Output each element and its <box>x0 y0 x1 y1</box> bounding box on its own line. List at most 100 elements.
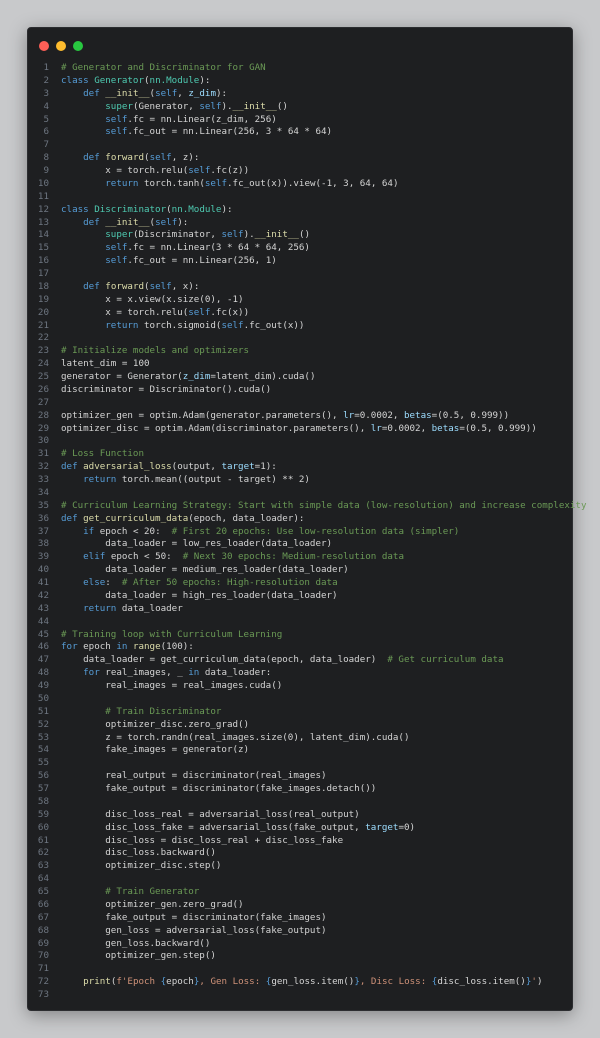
code-line: 66 optimizer_gen.zero_grad() <box>28 899 572 912</box>
code-line: 53 z = torch.randn(real_images.size(0), … <box>28 732 572 745</box>
line-number: 30 <box>37 435 49 447</box>
line-source: data_loader = high_res_loader(data_loade… <box>61 589 338 601</box>
code-line: 34 <box>28 487 572 500</box>
line-source: real_output = discriminator(real_images) <box>61 770 327 782</box>
line-source: data_loader = low_res_loader(data_loader… <box>61 538 333 550</box>
code-line: 71 <box>28 963 572 976</box>
line-number: 65 <box>37 886 49 897</box>
line-number: 31 <box>37 448 49 460</box>
line-source: data_loader = medium_res_loader(data_loa… <box>61 564 349 576</box>
code-line: 14 super(Discriminator, self).__init__() <box>28 229 572 242</box>
code-line: 22 <box>28 332 572 345</box>
code-line: 29 optimizer_disc = optim.Adam(discrimina… <box>28 423 572 436</box>
line-source: x = x.view(x.size(0), -1) <box>61 293 244 305</box>
line-source: class Discriminator(nn.Module): <box>61 203 233 215</box>
line-source: # Curriculum Learning Strategy: Start wi… <box>61 499 587 511</box>
code-line: 69 gen_loss.backward() <box>28 938 572 951</box>
line-source: # Loss Function <box>61 448 144 460</box>
code-line: 12 class Discriminator(nn.Module): <box>28 204 572 217</box>
minimize-button[interactable] <box>56 41 66 51</box>
line-number: 66 <box>37 898 49 910</box>
line-source: super(Discriminator, self).__init__() <box>105 229 311 241</box>
line-source: def get_curriculum_data(epoch, data_load… <box>61 512 305 524</box>
code-editor[interactable]: 1 # Generator and Discriminator for GAN 2 c… <box>28 62 587 1002</box>
line-source: def __init__(self, z_dim): <box>83 87 228 99</box>
code-line: 40 data_loader = medium_res_loader(data_… <box>28 564 572 577</box>
line-source: return torch.tanh(self.fc_out(x)).view(-… <box>105 177 399 189</box>
line-number: 19 <box>37 293 49 305</box>
code-line: 70 optimizer_gen.step() <box>28 950 572 963</box>
line-number: 68 <box>37 924 49 936</box>
line-source: class Generator(nn.Module): <box>61 74 211 86</box>
code-line: 55 <box>28 757 572 770</box>
line-number: 1 <box>43 62 49 73</box>
line-number: 11 <box>37 190 49 202</box>
line-number: 10 <box>37 177 49 189</box>
code-line: 51 # Train Discriminator <box>28 706 572 719</box>
line-number: 41 <box>37 577 49 588</box>
line-number: 44 <box>37 615 49 627</box>
line-source: generator = Generator(z_dim=latent_dim).… <box>61 371 316 382</box>
line-source: disc_loss_fake = adversarial_loss(fake_o… <box>61 821 416 833</box>
code-line: 10 return torch.tanh(self.fc_out(x)).vie… <box>28 178 572 191</box>
line-source: print(f'Epoch {epoch}, Gen Loss: {gen_lo… <box>83 976 543 988</box>
line-number: 69 <box>37 937 49 949</box>
line-number: 43 <box>37 602 49 614</box>
line-source: latent_dim = 100 <box>61 358 150 370</box>
line-number: 24 <box>37 358 49 370</box>
line-number: 57 <box>37 783 49 794</box>
line-number: 13 <box>37 216 49 228</box>
line-source: fake_images = generator(z) <box>61 744 250 756</box>
code-line: 18 def forward(self, x): <box>28 281 572 294</box>
line-number: 73 <box>37 989 49 1000</box>
line-source: optimizer_disc = optim.Adam(discriminato… <box>61 422 537 434</box>
line-source: self.fc_out = nn.Linear(256, 3 * 64 * 64… <box>105 126 333 138</box>
code-line: 1 # Generator and Discriminator for GAN <box>28 62 572 75</box>
line-source: optimizer_gen = optim.Adam(generator.par… <box>61 409 510 421</box>
line-source: return torch.sigmoid(self.fc_out(x)) <box>105 319 305 331</box>
line-source: optimizer_disc.step() <box>61 860 222 872</box>
code-line: 31 # Loss Function <box>28 448 572 461</box>
line-source: # Train Discriminator <box>105 705 222 717</box>
code-line: 5 self.fc = nn.Linear(z_dim, 256) <box>28 114 572 127</box>
line-number: 20 <box>37 306 49 318</box>
code-line: 35 # Curriculum Learning Strategy: Start … <box>28 499 587 513</box>
line-number: 53 <box>37 731 49 743</box>
line-source: return data_loader <box>83 602 183 614</box>
code-line: 20 x = torch.relu(self.fc(x)) <box>28 307 572 320</box>
code-line: 68 gen_loss = adversarial_loss(fake_outp… <box>28 925 572 938</box>
code-line: 39 elif epoch < 50: # Next 30 epochs: Me… <box>28 551 572 564</box>
line-source: self.fc = nn.Linear(3 * 64 * 64, 256) <box>105 242 310 254</box>
code-line: 28 optimizer_gen = optim.Adam(generator.p… <box>28 410 572 423</box>
line-number: 34 <box>37 486 49 498</box>
line-number: 49 <box>37 680 49 691</box>
code-line: 11 <box>28 191 572 204</box>
line-source: fake_output = discriminator(fake_images) <box>61 911 327 923</box>
code-line: 8 def forward(self, z): <box>28 152 572 165</box>
code-line: 59 disc_loss_real = adversarial_loss(rea… <box>28 809 572 822</box>
maximize-button[interactable] <box>73 41 83 51</box>
line-number: 33 <box>37 474 49 485</box>
code-line: 26 discriminator = Discriminator().cuda() <box>28 384 572 397</box>
line-number: 3 <box>43 87 49 99</box>
code-line: 63 optimizer_disc.step() <box>28 860 572 873</box>
code-line: 4 super(Generator, self).__init__() <box>28 101 572 114</box>
line-number: 2 <box>43 74 49 86</box>
code-line: 19 x = x.view(x.size(0), -1) <box>28 294 572 307</box>
line-source: for epoch in range(100): <box>61 641 194 653</box>
title-bar <box>28 28 572 62</box>
close-button[interactable] <box>39 41 49 51</box>
line-source: # Initialize models and optimizers <box>61 345 250 357</box>
line-number: 46 <box>37 641 49 653</box>
line-number: 28 <box>37 409 49 421</box>
line-source: self.fc_out = nn.Linear(256, 1) <box>105 255 277 267</box>
line-number: 35 <box>37 499 49 511</box>
line-number: 60 <box>37 821 49 833</box>
line-source: x = torch.relu(self.fc(z)) <box>61 165 250 176</box>
line-number: 17 <box>37 268 49 279</box>
code-line: 56 real_output = discriminator(real_imag… <box>28 770 572 783</box>
line-number: 62 <box>37 847 49 859</box>
code-line: 15 self.fc = nn.Linear(3 * 64 * 64, 256) <box>28 242 572 255</box>
line-source: fake_output = discriminator(fake_images.… <box>61 783 377 794</box>
code-line: 38 data_loader = low_res_loader(data_loa… <box>28 538 572 551</box>
